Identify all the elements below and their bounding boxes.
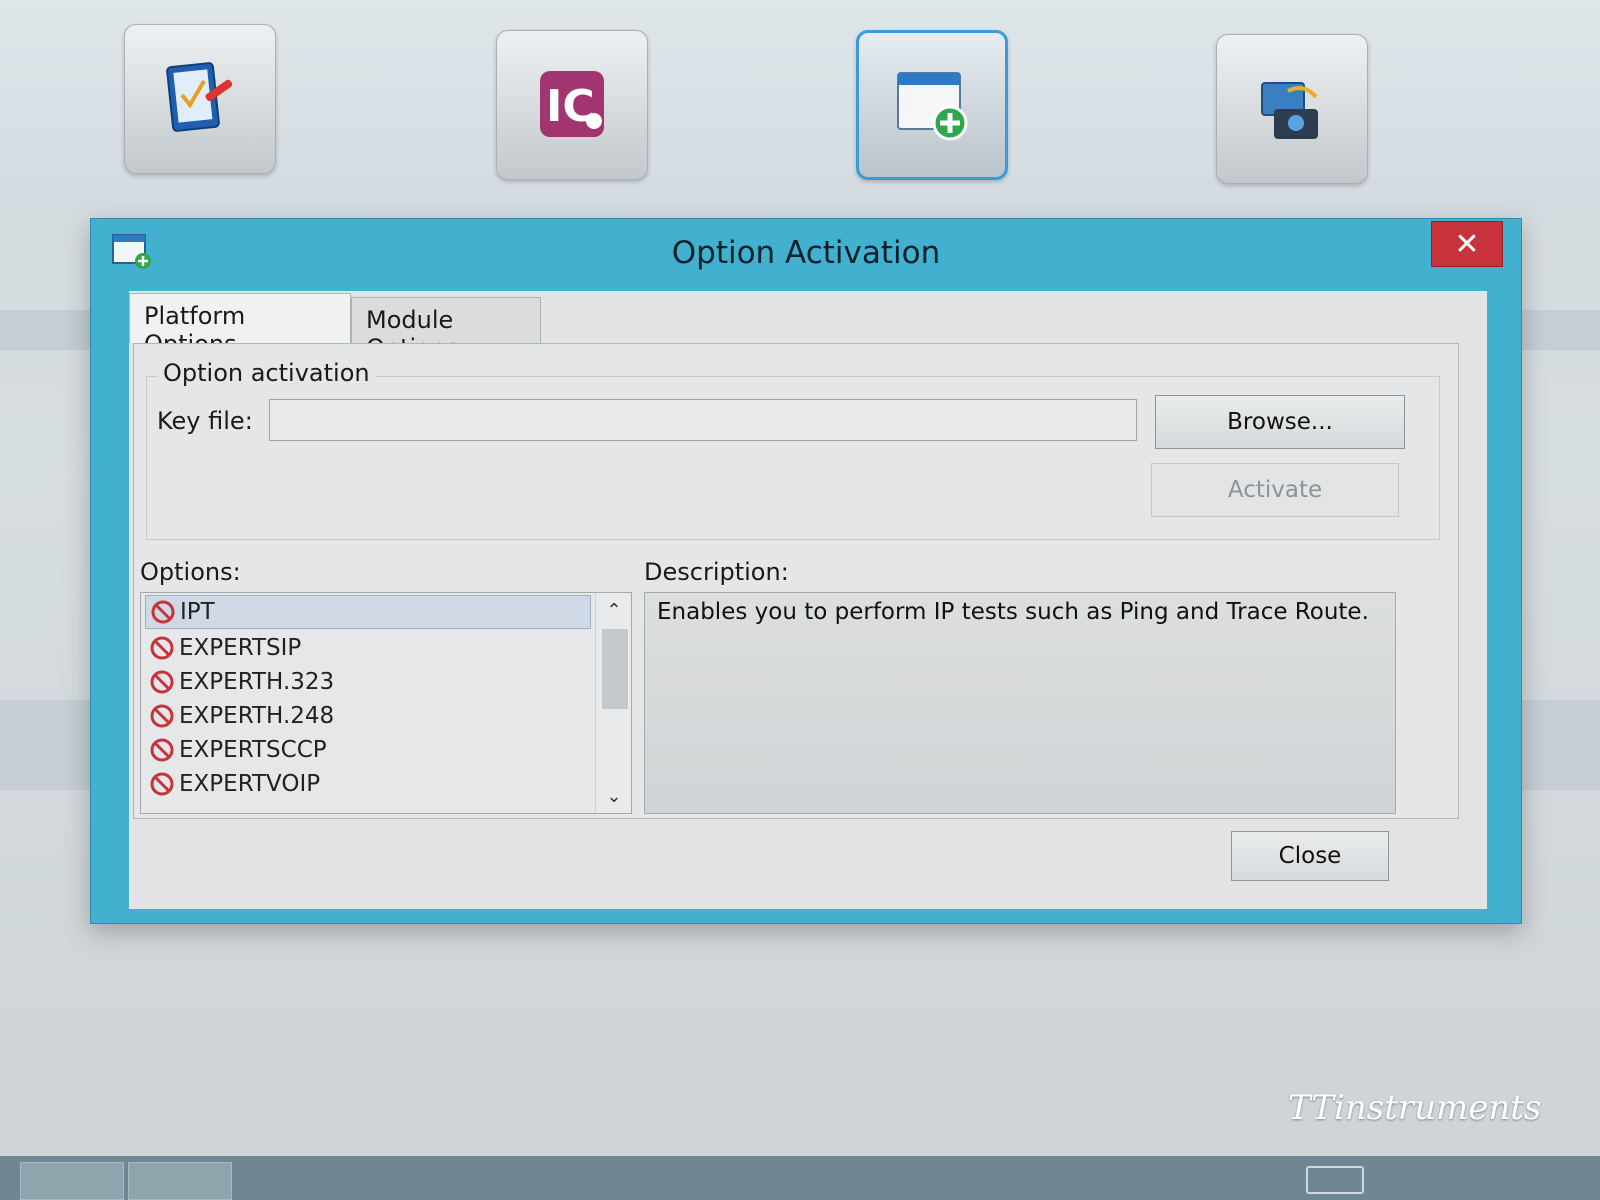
option-activation-group: Option activation Key file: Browse... Ac…: [146, 359, 1440, 540]
ban-icon: [150, 636, 174, 660]
ban-icon: [150, 704, 174, 728]
group-label: Option activation: [157, 359, 376, 387]
launcher-strip: IC: [0, 0, 1600, 210]
options-list[interactable]: IPT EXPERTSIP EXPERTH.323 EXPERTH.248 EX…: [140, 592, 632, 814]
list-item[interactable]: EXPERTSIP: [145, 631, 591, 665]
list-item[interactable]: EXPERTH.323: [145, 665, 591, 699]
list-item[interactable]: EXPERTH.248: [145, 699, 591, 733]
taskbar: [0, 1156, 1600, 1200]
options-scrollbar[interactable]: ⌃ ⌄: [595, 593, 631, 813]
option-activation-dialog: Option Activation ✕ Platform Options Mod…: [90, 218, 1522, 924]
option-label: EXPERTSIP: [179, 635, 302, 661]
key-file-label: Key file:: [157, 407, 253, 435]
taskbar-button[interactable]: [20, 1162, 124, 1200]
ban-icon: [151, 600, 175, 624]
ban-icon: [150, 670, 174, 694]
close-icon[interactable]: ✕: [1431, 221, 1503, 267]
key-file-input[interactable]: [269, 399, 1137, 441]
option-label: EXPERTH.248: [179, 703, 335, 729]
tab-platform-options[interactable]: Platform Options: [129, 293, 351, 358]
description-label: Description:: [644, 558, 789, 586]
remote-control-icon: [1261, 82, 1318, 139]
option-label: EXPERTVOIP: [179, 771, 321, 797]
option-label: EXPERTH.323: [179, 669, 335, 695]
close-button[interactable]: Close: [1231, 831, 1389, 881]
activate-button[interactable]: Activate: [1151, 463, 1399, 517]
checklist-tablet-icon: [166, 62, 233, 132]
scroll-thumb[interactable]: [602, 629, 628, 709]
description-box: Enables you to perform IP tests such as …: [644, 592, 1396, 814]
list-item[interactable]: EXPERTSCCP: [145, 733, 591, 767]
option-activation-icon: [897, 72, 968, 141]
dialog-title: Option Activation: [671, 235, 941, 271]
launcher-tile-option-activation[interactable]: [856, 30, 1008, 180]
taskbar-button[interactable]: [128, 1162, 232, 1200]
browse-button[interactable]: Browse...: [1155, 395, 1405, 449]
launcher-tile-remote-control[interactable]: [1216, 34, 1368, 184]
platform-options-page: Option activation Key file: Browse... Ac…: [133, 343, 1459, 819]
dialog-titlebar[interactable]: Option Activation ✕: [91, 219, 1521, 291]
option-label: EXPERTSCCP: [179, 737, 327, 763]
scroll-down-icon[interactable]: ⌄: [596, 779, 631, 813]
keyboard-icon[interactable]: [1306, 1166, 1364, 1194]
dialog-client-area: Platform Options Module Options Option a…: [129, 291, 1487, 909]
ban-icon: [150, 772, 174, 796]
option-label: IPT: [180, 599, 215, 625]
launcher-tile-ic[interactable]: IC: [496, 30, 648, 180]
tab-module-options[interactable]: Module Options: [351, 297, 541, 362]
ban-icon: [150, 738, 174, 762]
ic-app-icon: IC: [540, 71, 604, 137]
list-item[interactable]: IPT: [145, 595, 591, 629]
scroll-up-icon[interactable]: ⌃: [596, 593, 631, 627]
launcher-tile-checklist[interactable]: [124, 24, 276, 174]
list-item[interactable]: EXPERTVOIP: [145, 767, 591, 801]
options-label: Options:: [140, 558, 241, 586]
watermark: TTinstruments: [1288, 1088, 1542, 1128]
